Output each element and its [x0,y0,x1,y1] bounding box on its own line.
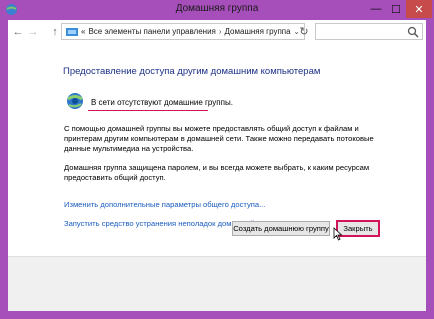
page-title: Предоставление доступа другим домашним к… [63,66,321,77]
breadcrumb-separator: › [218,27,222,36]
search-input[interactable] [315,23,423,40]
mouse-cursor-icon [333,227,343,241]
client-area: ← → ↑ « Все элементы панели управления ›… [8,20,426,311]
maximize-button[interactable]: ☐ [386,0,406,18]
password-paragraph: Домашняя группа защищена паролем, и вы в… [64,163,370,182]
arrow-right-icon[interactable]: → [26,24,40,40]
minimize-button[interactable]: — [366,0,386,18]
advanced-sharing-link[interactable]: Изменить дополнительные параметры общего… [64,200,265,209]
navigation-bar: ← → ↑ « Все элементы панели управления ›… [8,20,426,46]
homegroup-globe-icon [67,93,83,109]
control-panel-icon [66,27,78,36]
arrow-left-icon[interactable]: ← [11,24,25,40]
arrow-up-icon[interactable]: ↑ [48,24,62,40]
footer-bar [8,256,426,311]
breadcrumb-prefix: « [81,27,86,36]
breadcrumb-item[interactable]: Все элементы панели управления [88,27,215,36]
status-message: В сети отсутствуют домашние группы. [91,98,233,107]
search-icon[interactable] [407,26,419,38]
address-bar[interactable]: « Все элементы панели управления › Домаш… [61,23,305,40]
window: Домашняя группа — ☐ ✕ ← → ↑ « Все элемен… [0,0,434,319]
description-paragraph: С помощью домашней группы вы можете пред… [64,124,374,153]
highlight-underline [88,110,208,111]
title-bar[interactable]: Домашняя группа — ☐ ✕ [0,0,434,20]
create-homegroup-button[interactable]: Создать домашнюю группу [232,221,330,236]
breadcrumb-item[interactable]: Домашняя группа [225,27,291,36]
refresh-icon[interactable]: ↻ [298,24,310,38]
close-window-button[interactable]: ✕ [406,0,432,18]
